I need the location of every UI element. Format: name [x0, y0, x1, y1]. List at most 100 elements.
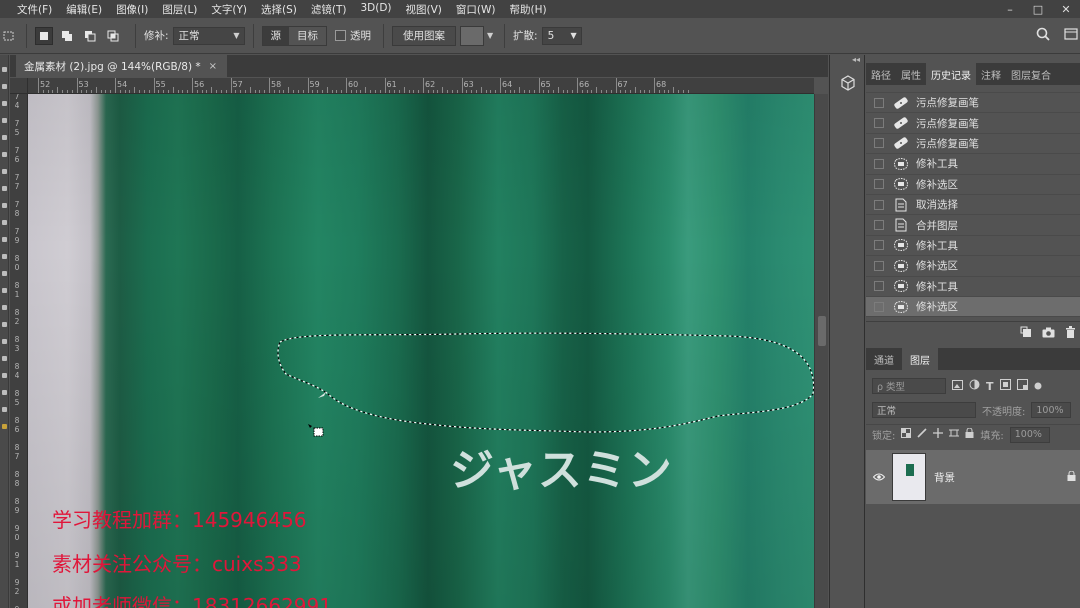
menu-item[interactable]: 图层(L)	[155, 2, 204, 17]
history-item[interactable]: 修补工具	[866, 236, 1080, 257]
healing-tool-icon[interactable]	[2, 169, 7, 174]
close-window-button[interactable]: ✕	[1052, 0, 1080, 18]
layers-tab[interactable]: 通道	[866, 348, 902, 370]
lasso-tool-icon[interactable]	[2, 101, 7, 106]
history-source-checkbox[interactable]	[874, 240, 884, 251]
workspace-icon[interactable]	[1064, 28, 1078, 43]
layers-tab[interactable]: 图层	[902, 348, 938, 370]
history-item[interactable]: 修补选区	[866, 256, 1080, 277]
blur-tool-icon[interactable]	[2, 271, 7, 276]
patch-tool-icon[interactable]	[0, 27, 18, 45]
lock-transparent-icon[interactable]	[901, 428, 912, 441]
menu-item[interactable]: 3D(D)	[353, 2, 398, 17]
new-selection-icon[interactable]	[35, 26, 53, 45]
history-item[interactable]: 污点修复画笔	[866, 113, 1080, 134]
shape-tool-icon[interactable]	[2, 356, 7, 361]
history-tab[interactable]: 属性	[896, 63, 926, 85]
history-item[interactable]: 修补工具	[866, 277, 1080, 297]
subtract-selection-icon[interactable]	[81, 27, 99, 45]
document-tab[interactable]: 金属素材 (2).jpg @ 144%(RGB/8) * ×	[16, 55, 228, 77]
history-source-checkbox[interactable]	[874, 301, 884, 312]
history-source-checkbox[interactable]	[874, 118, 884, 129]
gradient-tool-icon[interactable]	[2, 254, 7, 259]
lock-position-icon[interactable]	[933, 428, 944, 441]
history-source-checkbox[interactable]	[874, 281, 884, 292]
search-icon[interactable]	[1036, 27, 1050, 44]
vertical-scrollbar[interactable]	[814, 94, 828, 608]
history-source-checkbox[interactable]	[874, 179, 884, 190]
filter-toggle-icon[interactable]	[1034, 380, 1042, 393]
minimize-button[interactable]: –	[996, 0, 1024, 18]
smart-object-filter-icon[interactable]	[1016, 379, 1028, 393]
quick-select-tool-icon[interactable]	[2, 118, 7, 123]
history-item[interactable]: 取消选择	[866, 195, 1080, 216]
menu-item[interactable]: 视图(V)	[399, 2, 449, 17]
menu-item[interactable]: 滤镜(T)	[304, 2, 354, 17]
lock-pixels-icon[interactable]	[917, 428, 927, 441]
edit-toolbar-icon[interactable]	[2, 407, 7, 412]
color-swatch-icon[interactable]	[2, 424, 7, 429]
history-tab[interactable]: 路径	[866, 63, 896, 85]
history-item-partial[interactable]	[866, 85, 1080, 93]
dest-button[interactable]: 目标	[289, 27, 326, 45]
history-item[interactable]: 污点修复画笔	[866, 93, 1080, 114]
blend-mode-select[interactable]: 正常	[872, 402, 976, 418]
scrollbar-thumb[interactable]	[818, 316, 826, 346]
trash-icon[interactable]	[1065, 326, 1076, 341]
path-select-tool-icon[interactable]	[2, 339, 7, 344]
type-tool-icon[interactable]	[2, 322, 7, 327]
history-item[interactable]: 合并图层	[866, 215, 1080, 236]
camera-snapshot-icon[interactable]	[1042, 327, 1055, 341]
transparent-checkbox[interactable]	[335, 30, 347, 41]
hand-tool-icon[interactable]	[2, 373, 7, 378]
collapse-panel-icon[interactable]: ◂◂	[852, 55, 860, 64]
cube-3d-icon[interactable]	[840, 75, 856, 94]
image-canvas[interactable]: ジャスミン 学习教程加群：145946456 素材关注公众号：cuixs333 …	[28, 94, 814, 608]
new-document-from-state-icon[interactable]	[1020, 326, 1032, 341]
lock-artboard-icon[interactable]	[949, 428, 960, 441]
brush-tool-icon[interactable]	[2, 186, 7, 191]
type-filter-icon[interactable]: T	[986, 380, 994, 393]
pattern-swatch[interactable]	[460, 25, 485, 46]
eye-visibility-icon[interactable]	[866, 470, 892, 484]
menu-item[interactable]: 窗口(W)	[449, 2, 503, 17]
history-item[interactable]: 修补工具	[866, 154, 1080, 175]
adjustment-filter-icon[interactable]	[969, 379, 980, 393]
shape-filter-icon[interactable]	[999, 379, 1011, 393]
chevron-down-icon[interactable]: ▼	[484, 26, 496, 46]
history-tab[interactable]: 注释	[976, 63, 1006, 85]
marquee-tool-icon[interactable]	[2, 84, 7, 89]
image-filter-icon[interactable]	[952, 379, 963, 393]
dodge-tool-icon[interactable]	[2, 288, 7, 293]
menu-item[interactable]: 选择(S)	[254, 2, 304, 17]
patch-mode-select[interactable]: 正常 ▼	[172, 26, 245, 45]
history-source-checkbox[interactable]	[874, 158, 884, 169]
history-tab[interactable]: 历史记录	[926, 63, 976, 85]
history-item[interactable]: 修补选区	[866, 175, 1080, 195]
pen-tool-icon[interactable]	[2, 305, 7, 310]
stamp-tool-icon[interactable]	[2, 203, 7, 208]
history-source-checkbox[interactable]	[874, 199, 884, 210]
menu-item[interactable]: 文字(Y)	[204, 2, 254, 17]
history-brush-tool-icon[interactable]	[2, 220, 7, 225]
menu-item[interactable]: 帮助(H)	[503, 2, 554, 17]
eyedropper-tool-icon[interactable]	[2, 152, 7, 157]
menu-item[interactable]: 编辑(E)	[59, 2, 109, 17]
history-source-checkbox[interactable]	[874, 220, 884, 231]
eraser-tool-icon[interactable]	[2, 237, 7, 242]
maximize-button[interactable]: □	[1024, 0, 1052, 18]
history-item[interactable]: 污点修复画笔	[866, 134, 1080, 155]
layer-row-background[interactable]: 背景	[866, 450, 1080, 504]
close-tab-icon[interactable]: ×	[209, 61, 217, 72]
lock-all-icon[interactable]	[965, 427, 974, 441]
opacity-field[interactable]: 100%	[1031, 402, 1072, 418]
add-selection-icon[interactable]	[58, 27, 76, 45]
history-source-checkbox[interactable]	[874, 260, 884, 271]
crop-tool-icon[interactable]	[2, 135, 7, 140]
intersect-selection-icon[interactable]	[104, 27, 122, 45]
zoom-tool-icon[interactable]	[2, 390, 7, 395]
spread-select[interactable]: 5 ▼	[541, 26, 582, 45]
layer-filter-select[interactable]: ρ 类型	[872, 378, 946, 394]
history-tab[interactable]: 图层复合	[1006, 63, 1056, 85]
fill-field[interactable]: 100%	[1009, 426, 1050, 443]
